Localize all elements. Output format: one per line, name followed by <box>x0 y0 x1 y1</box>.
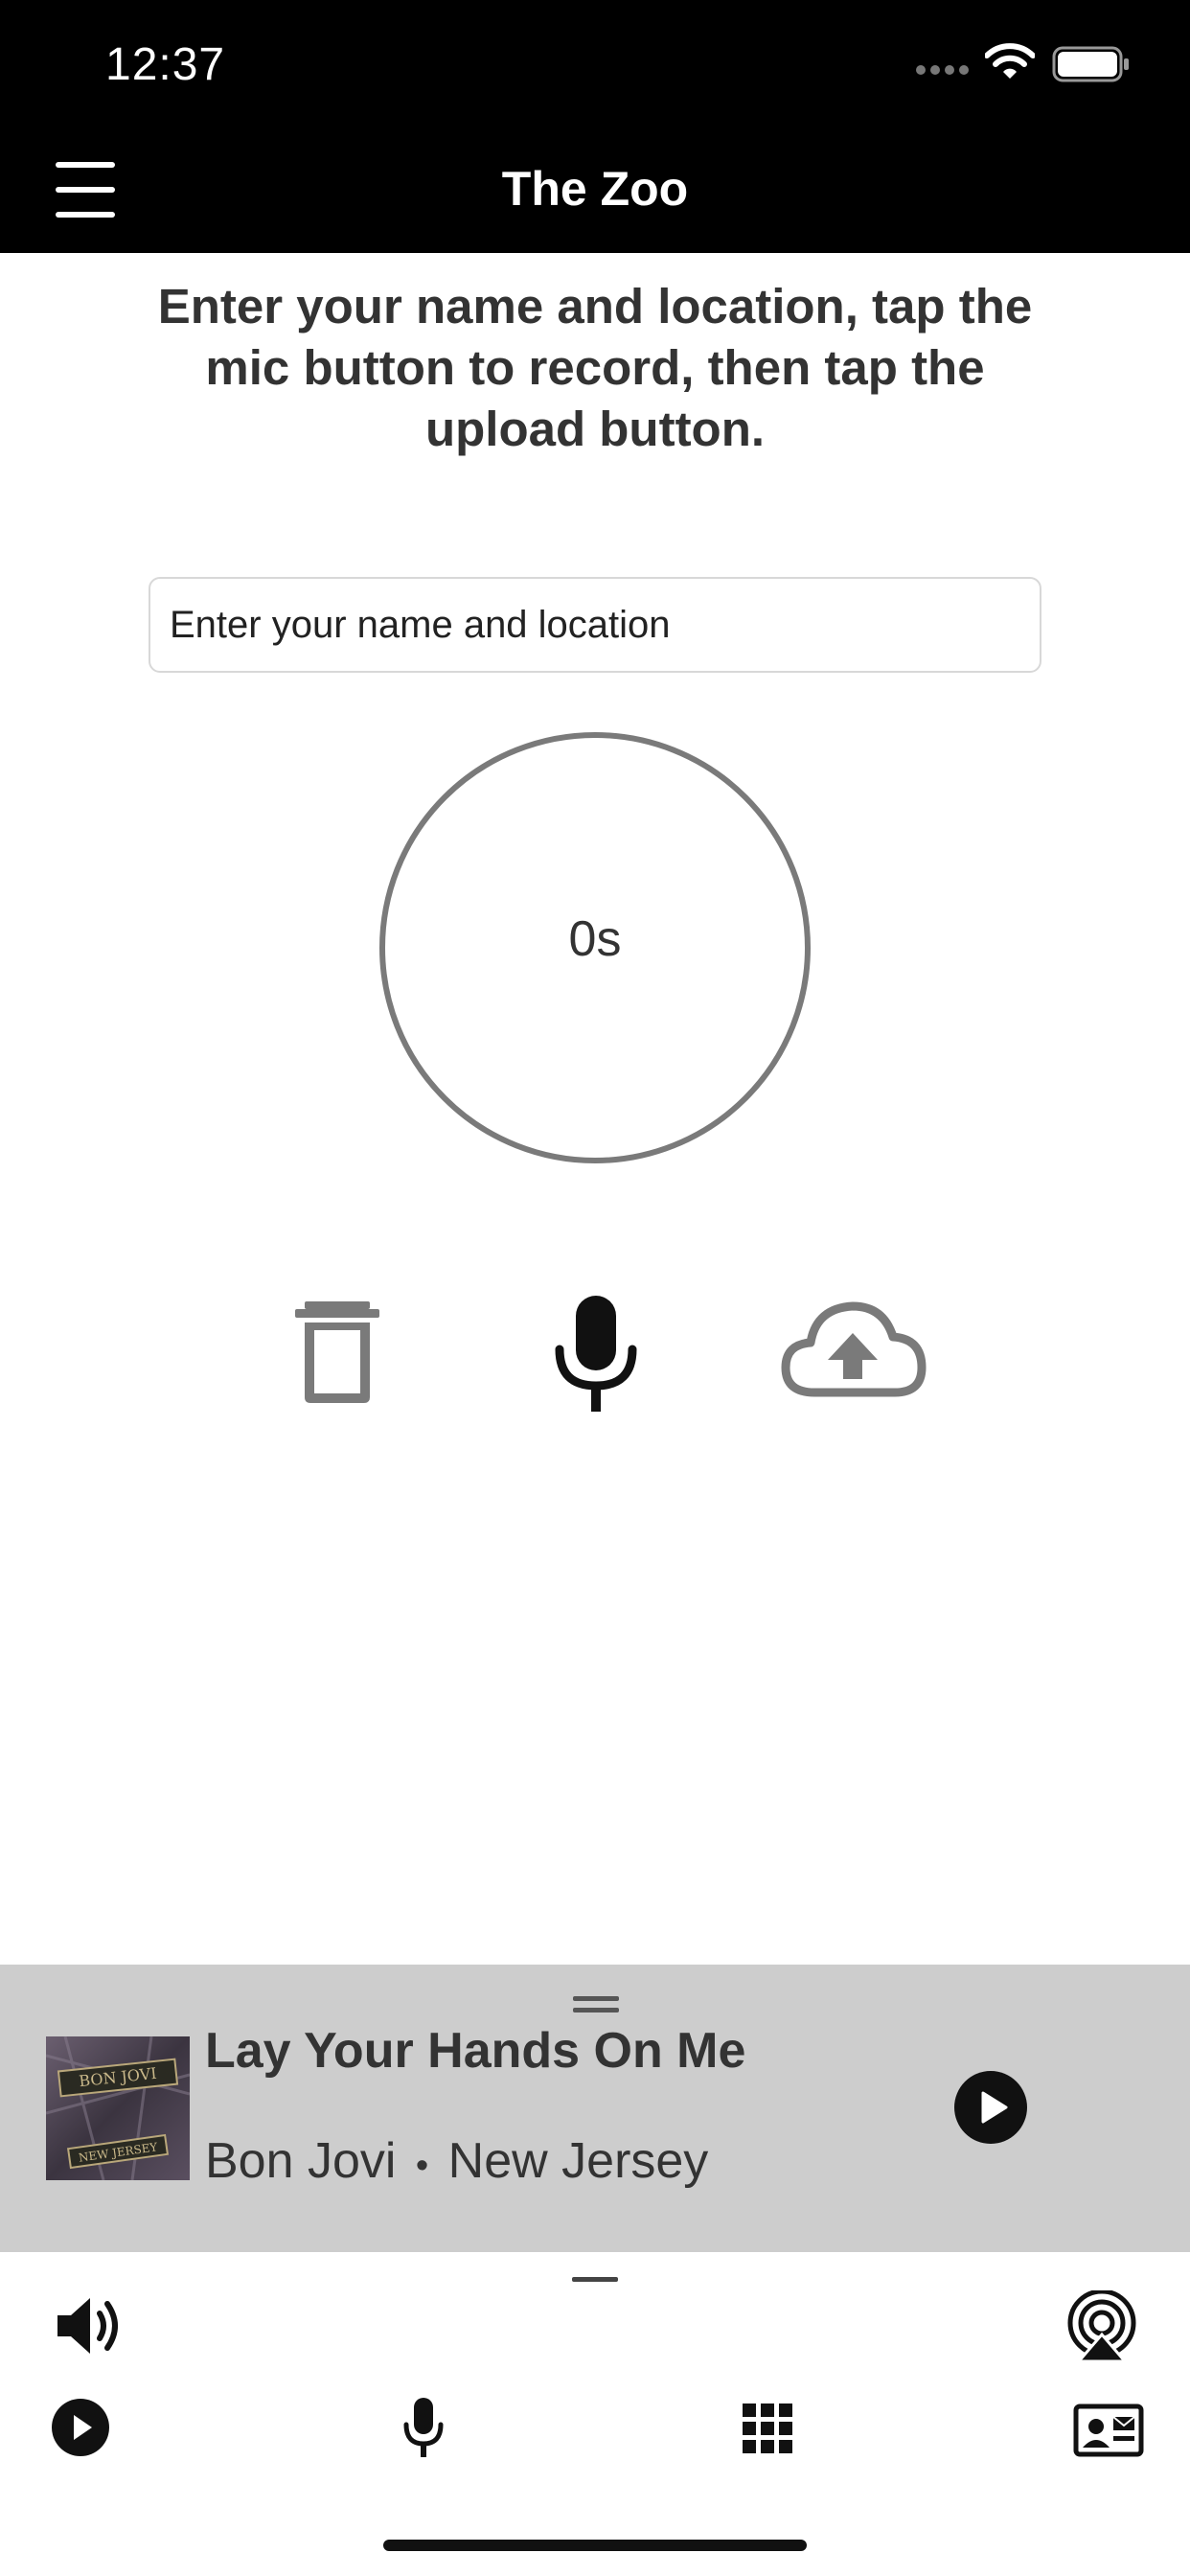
tab-grid[interactable] <box>743 2404 792 2453</box>
airplay-icon[interactable] <box>1065 2290 1138 2361</box>
separator-dot: • <box>415 2146 429 2186</box>
name-location-input[interactable] <box>149 577 1041 673</box>
status-time: 12:37 <box>105 39 226 90</box>
song-title: Lay Your Hands On Me <box>205 2023 746 2079</box>
drag-handle[interactable] <box>573 1996 619 2015</box>
play-circle-icon <box>954 2071 1027 2144</box>
signal-icon <box>916 65 969 75</box>
wifi-icon <box>985 43 1035 79</box>
song-subtitle: Bon Jovi • New Jersey <box>205 2132 708 2190</box>
grid-icon <box>743 2404 792 2453</box>
album-name: New Jersey <box>447 2133 709 2189</box>
timer-value: 0s <box>568 911 622 967</box>
bottom-panel <box>0 2252 1190 2576</box>
tab-contact[interactable] <box>1073 2404 1144 2457</box>
album-art: BON JOVI NEW JERSEY <box>46 2036 190 2180</box>
delete-recording-button[interactable] <box>287 1294 387 1409</box>
instructions-text: Enter your name and location, tap the mi… <box>157 279 1033 456</box>
panel-drag-handle[interactable] <box>572 2277 618 2282</box>
upload-button[interactable] <box>778 1299 927 1404</box>
tab-play[interactable] <box>51 2398 110 2457</box>
battery-icon <box>1052 46 1129 82</box>
status-bar: 12:37 <box>0 0 1190 134</box>
nav-bar: The Zoo <box>0 134 1190 253</box>
play-circle-icon <box>52 2399 109 2456</box>
artist-name: Bon Jovi <box>205 2133 397 2189</box>
microphone-icon <box>555 1296 637 1412</box>
trash-icon <box>295 1301 379 1403</box>
record-mic-button[interactable] <box>546 1294 646 1414</box>
speaker-icon[interactable] <box>54 2292 126 2359</box>
contact-card-icon <box>1073 2404 1144 2457</box>
cloud-upload-icon <box>781 1301 927 1397</box>
microphone-icon <box>403 2398 444 2457</box>
tab-record[interactable] <box>399 2396 448 2459</box>
home-indicator <box>383 2540 807 2551</box>
page-title: The Zoo <box>501 162 689 216</box>
play-button[interactable] <box>953 2070 1028 2145</box>
recording-timer-circle: 0s <box>379 732 811 1163</box>
now-playing-bar[interactable]: BON JOVI NEW JERSEY Lay Your Hands On Me… <box>0 1965 1190 2252</box>
